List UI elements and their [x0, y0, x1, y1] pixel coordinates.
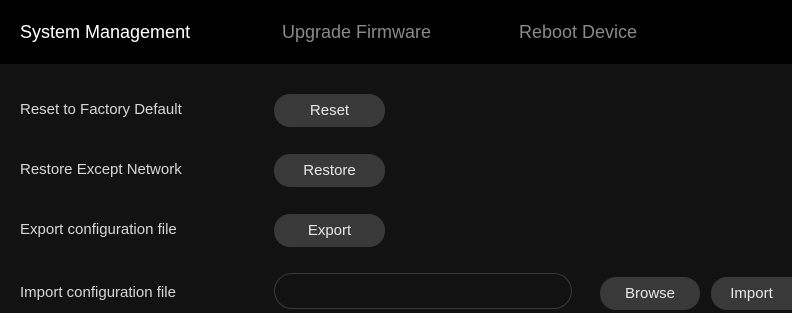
restore-button[interactable]: Restore: [274, 154, 385, 187]
reset-button[interactable]: Reset: [274, 94, 385, 127]
system-management-page: System Management Upgrade Firmware Reboo…: [0, 0, 792, 313]
tab-reboot-device[interactable]: Reboot Device: [519, 20, 637, 44]
settings-panel: Reset to Factory Default Reset Restore E…: [0, 64, 792, 313]
export-button[interactable]: Export: [274, 214, 385, 247]
import-file-field[interactable]: [274, 273, 572, 309]
import-button[interactable]: Import: [711, 277, 792, 310]
import-label: Import configuration file: [20, 284, 176, 301]
browse-button[interactable]: Browse: [600, 277, 700, 310]
tab-bar: System Management Upgrade Firmware Reboo…: [0, 0, 792, 64]
tab-system-management[interactable]: System Management: [20, 20, 190, 44]
restore-label: Restore Except Network: [20, 161, 182, 178]
tab-upgrade-firmware[interactable]: Upgrade Firmware: [282, 20, 431, 44]
reset-label: Reset to Factory Default: [20, 101, 182, 118]
export-label: Export configuration file: [20, 221, 177, 238]
